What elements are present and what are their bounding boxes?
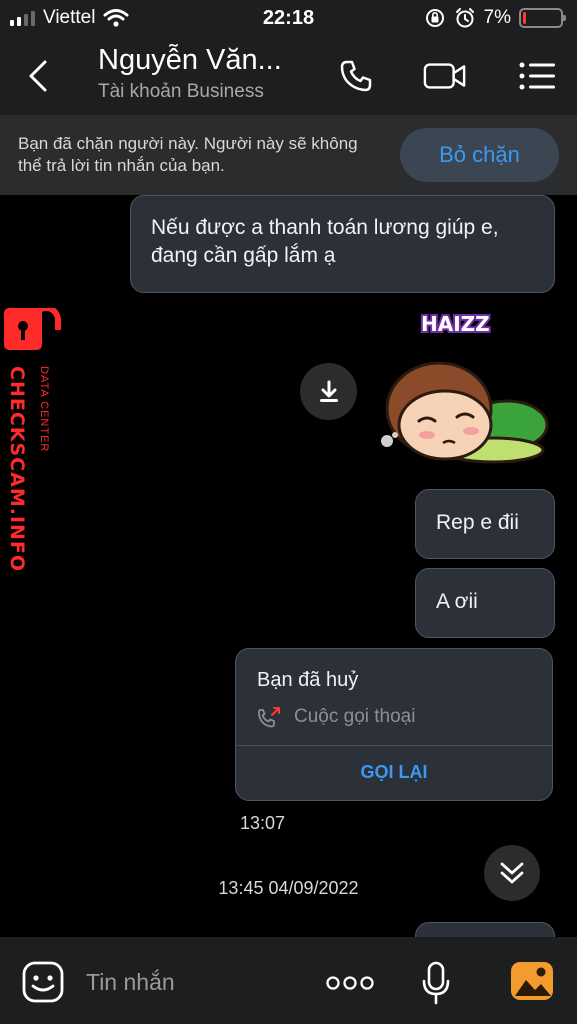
- blocked-message: Bạn đã chặn người này. Người này sẽ khôn…: [18, 134, 358, 175]
- contact-info[interactable]: Nguyễn Văn... Tài khoản Business: [98, 44, 308, 103]
- status-bar: Viettel 22:18 7%: [0, 0, 577, 36]
- send-image-button[interactable]: [508, 959, 556, 1003]
- back-button[interactable]: [18, 54, 58, 98]
- chat-header: Nguyễn Văn... Tài khoản Business: [0, 36, 577, 115]
- account-type: Tài khoản Business: [98, 81, 264, 102]
- microphone-icon: [422, 961, 450, 1005]
- message-bubble[interactable]: Rep e đii: [415, 489, 555, 559]
- missed-call-icon: [258, 707, 280, 728]
- image-icon: [511, 962, 553, 1000]
- back-chevron-icon: [29, 60, 47, 92]
- message-timestamp: 13:07: [240, 813, 286, 833]
- voice-call-button[interactable]: [334, 56, 378, 96]
- call-title: Bạn đã huỷ: [257, 669, 359, 691]
- checkscam-watermark: CHECKSCAM.INFO DATA CENTER: [4, 308, 62, 578]
- date-separator: 13:45 04/09/2022: [218, 878, 359, 898]
- message-bubble[interactable]: Nếu được a thanh toán lương giúp e, đang…: [130, 195, 555, 293]
- battery-level: [523, 12, 526, 24]
- video-camera-icon: [423, 63, 466, 89]
- rotation-lock-icon: [425, 9, 444, 27]
- sticker-image[interactable]: HAIZZ: [375, 307, 560, 477]
- battery-percent: 7%: [483, 7, 511, 28]
- sticker-label: HAIZZ: [421, 312, 490, 336]
- call-back-button[interactable]: GỌI LẠI: [236, 745, 552, 800]
- more-dots-icon: [326, 976, 374, 990]
- video-call-button[interactable]: [423, 56, 467, 96]
- padlock-icon: [4, 308, 61, 350]
- download-button[interactable]: [300, 363, 357, 420]
- phone-icon: [340, 60, 372, 92]
- message-text: Rep e đii: [436, 511, 519, 534]
- message-bubble[interactable]: A ơii: [415, 568, 555, 638]
- message-bubble-partial[interactable]: [415, 922, 555, 937]
- download-icon: [319, 380, 338, 402]
- message-text: A ơii: [436, 590, 478, 613]
- message-composer: [0, 937, 577, 1024]
- battery-icon: [519, 8, 566, 28]
- status-right: 7%: [424, 7, 566, 29]
- watermark-small-text: DATA CENTER: [38, 366, 50, 453]
- emoji-icon: [22, 961, 64, 1003]
- unblock-button[interactable]: Bỏ chặn: [400, 128, 559, 182]
- call-detail: Cuộc gọi thoại: [294, 706, 416, 727]
- emoji-button[interactable]: [20, 959, 66, 1005]
- menu-button[interactable]: [516, 56, 560, 96]
- message-input[interactable]: [86, 963, 306, 1001]
- voice-message-button[interactable]: [416, 959, 456, 1007]
- contact-name: Nguyễn Văn...: [98, 44, 282, 76]
- alarm-icon: [455, 8, 474, 28]
- watermark-main-text: CHECKSCAM.INFO: [6, 366, 28, 573]
- call-detail-row: Cuộc gọi thoại: [256, 705, 415, 729]
- blocked-banner: Bạn đã chặn người này. Người này sẽ khôn…: [0, 115, 577, 195]
- message-text: Nếu được a thanh toán lương giúp e, đang…: [151, 216, 499, 267]
- more-options-button[interactable]: [324, 963, 376, 1003]
- message-list[interactable]: Nếu được a thanh toán lương giúp e, đang…: [0, 195, 577, 937]
- call-card: Bạn đã huỷ Cuộc gọi thoại GỌI LẠI: [235, 648, 553, 801]
- menu-icon: [519, 62, 555, 90]
